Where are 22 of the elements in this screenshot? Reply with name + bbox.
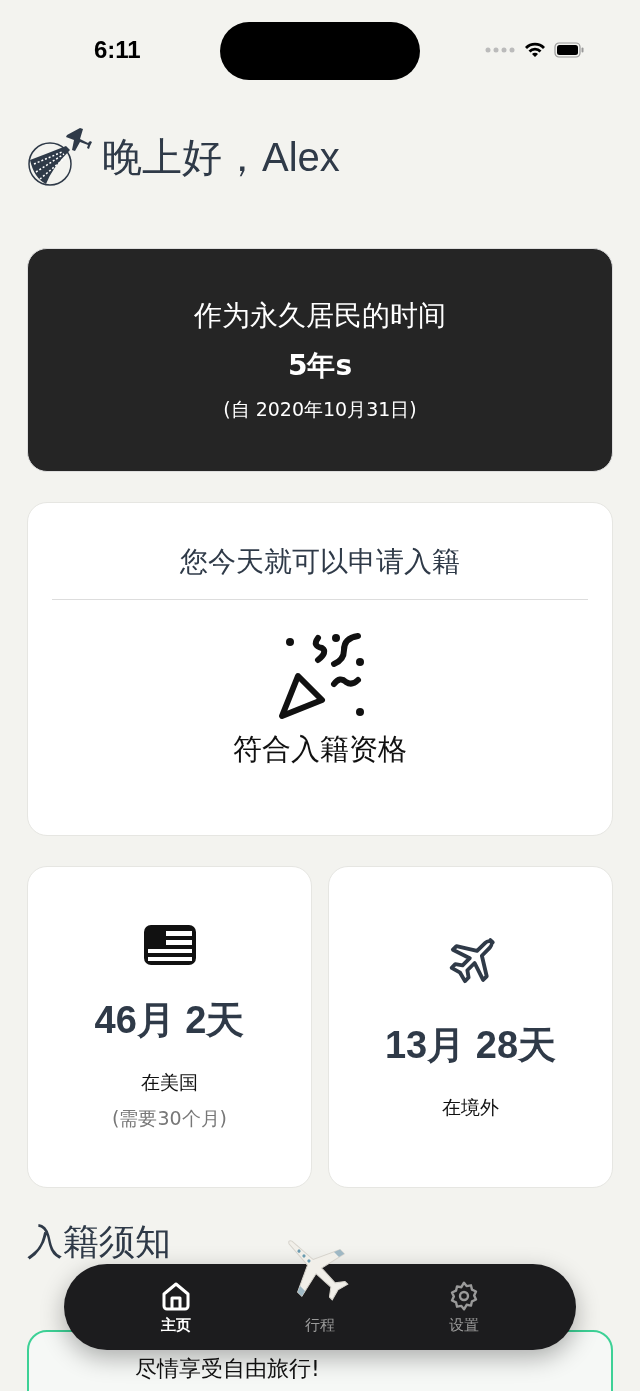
stat-note: (需要30个月) <box>112 1105 227 1131</box>
stat-value: 13月 28天 <box>384 1022 557 1068</box>
tab-item[interactable]: 主页 <box>160 1279 192 1335</box>
duration-value: 5年s <box>287 348 353 384</box>
since-date: (自 2020年10月31日) <box>223 397 417 422</box>
tab-item[interactable]: 行程 <box>304 1279 336 1335</box>
greeting-title: 晚上好，Alex <box>102 132 340 182</box>
wifi-icon <box>524 42 546 58</box>
settings-icon <box>448 1279 480 1312</box>
stat-value: 46月 2天 <box>94 997 245 1043</box>
stat-label: 在美国 <box>141 1069 198 1095</box>
section-title: 入籍须知 <box>27 1222 172 1262</box>
card-title: 作为永久居民的时间 <box>194 298 446 334</box>
status-time: 6:11 <box>94 36 141 64</box>
flag-icon <box>141 922 198 967</box>
stat-label: 在境外 <box>442 1094 499 1120</box>
battery-icon <box>554 42 584 58</box>
eligibility-status: 符合入籍资格 <box>233 731 407 768</box>
card-title: 您今天就可以申请入籍 <box>180 544 460 580</box>
signal-icon <box>484 46 516 54</box>
notice-text: 尽情享受自由旅行! <box>135 1356 320 1382</box>
tab-item[interactable]: 设置 <box>448 1279 480 1335</box>
